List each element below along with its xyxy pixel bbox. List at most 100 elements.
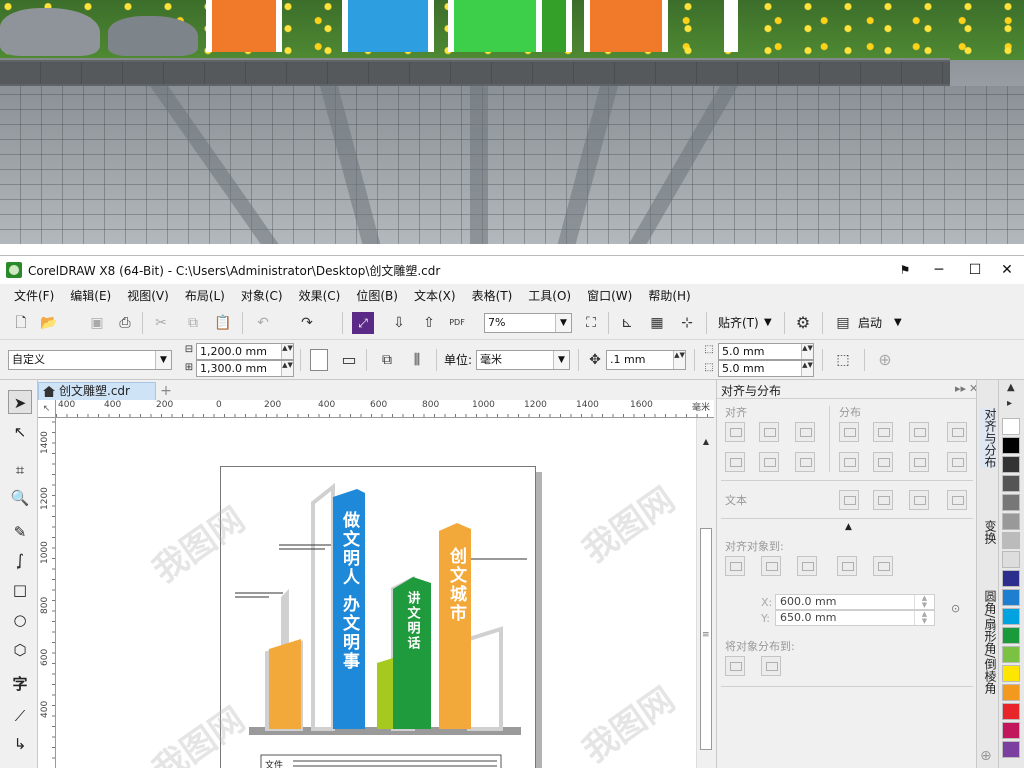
artistic-media-tool-icon[interactable]: ࣩ∫: [8, 548, 32, 572]
height-spinner-icon[interactable]: ▲▼: [281, 361, 293, 376]
align-to-page-center-icon[interactable]: [797, 556, 817, 576]
distribute-to-page-icon[interactable]: [761, 656, 781, 676]
full-screen-icon[interactable]: ⛶: [580, 312, 602, 334]
scroll-up-icon[interactable]: ▲: [700, 436, 712, 448]
color-swatch[interactable]: [1002, 418, 1020, 435]
new-document-icon[interactable]: 🗋: [10, 312, 32, 334]
align-left-icon[interactable]: [725, 422, 745, 442]
show-grid-icon[interactable]: ▦: [646, 312, 668, 334]
dup-x-spinner-icon[interactable]: ▲▼: [801, 344, 813, 359]
units-dropdown-icon[interactable]: ▼: [553, 351, 569, 369]
color-swatch[interactable]: [1002, 703, 1020, 720]
crop-tool-icon[interactable]: ⌗: [8, 458, 32, 482]
distribute-right-icon[interactable]: [947, 422, 967, 442]
align-to-point-icon[interactable]: [873, 556, 893, 576]
print-icon[interactable]: ⎙: [114, 312, 136, 334]
collapse-arrow-icon[interactable]: ▲: [845, 522, 852, 532]
palette-flyout-icon[interactable]: ▸: [1007, 398, 1012, 409]
close-button[interactable]: ✕: [992, 258, 1022, 282]
zoom-level-field[interactable]: 7% ▼: [484, 313, 572, 333]
align-bottom-icon[interactable]: [795, 452, 815, 472]
distribute-spacing-v-icon[interactable]: [909, 452, 929, 472]
menu-text[interactable]: 文本(X): [406, 287, 464, 304]
add-docker-plus-icon[interactable]: ⊕: [980, 749, 996, 763]
artwork[interactable]: 做文明人 办文明事 讲文明话 创文城市 文件: [221, 467, 537, 768]
page-height-field[interactable]: 1,300.0 mm ▲▼: [196, 360, 294, 377]
page-size-select[interactable]: 自定义 ▼: [8, 350, 172, 370]
menu-file[interactable]: 文件(F): [6, 287, 62, 304]
menu-bitmaps[interactable]: 位图(B): [348, 287, 406, 304]
distribute-left-icon[interactable]: [839, 422, 859, 442]
launch-button[interactable]: 启动: [858, 313, 882, 333]
color-swatch[interactable]: [1002, 494, 1020, 511]
distribute-bottom-icon[interactable]: [947, 452, 967, 472]
open-folder-icon[interactable]: 📂: [38, 312, 60, 334]
portrait-icon[interactable]: [310, 349, 328, 371]
ellipse-tool-icon[interactable]: ○: [8, 608, 32, 632]
y-position-field[interactable]: 650.0 mm ▲ ▼: [775, 610, 935, 626]
polygon-tool-icon[interactable]: ⬡: [8, 638, 32, 662]
menu-view[interactable]: 视图(V): [119, 287, 177, 304]
align-to-grid-icon[interactable]: [837, 556, 857, 576]
color-swatch[interactable]: [1002, 741, 1020, 758]
page-width-field[interactable]: 1,200.0 mm ▲▼: [196, 343, 294, 360]
cut-icon[interactable]: ✂: [150, 312, 172, 334]
text-baseline-first-icon[interactable]: [839, 490, 859, 510]
menu-window[interactable]: 窗口(W): [579, 287, 640, 304]
vertical-scrollbar[interactable]: ▲ ≡: [696, 418, 714, 768]
rectangle-tool-icon[interactable]: □: [8, 578, 32, 602]
import-icon[interactable]: ⇩: [388, 312, 410, 334]
color-swatch[interactable]: [1002, 684, 1020, 701]
color-swatch[interactable]: [1002, 665, 1020, 682]
sidetab-align-distribute[interactable]: 对齐与分布: [980, 408, 997, 468]
distribute-top-icon[interactable]: [839, 452, 859, 472]
distribute-to-selection-icon[interactable]: [725, 656, 745, 676]
menu-object[interactable]: 对象(C): [233, 287, 291, 304]
color-swatch[interactable]: [1002, 570, 1020, 587]
text-bbox-icon[interactable]: [909, 490, 929, 510]
units-select[interactable]: 毫米 ▼: [476, 350, 570, 370]
nudge-spinner-icon[interactable]: ▲▼: [673, 351, 685, 369]
search-content-icon[interactable]: ⤢: [352, 312, 374, 334]
sidetab-transform[interactable]: 变换: [980, 520, 997, 544]
page-size-dropdown-icon[interactable]: ▼: [155, 351, 171, 369]
duplicate-x-field[interactable]: 5.0 mm ▲▼: [718, 343, 814, 360]
docker-expand-icon[interactable]: ▸▸: [955, 382, 966, 395]
menu-tools[interactable]: 工具(O): [520, 287, 579, 304]
width-spinner-icon[interactable]: ▲▼: [281, 344, 293, 359]
text-baseline-last-icon[interactable]: [873, 490, 893, 510]
duplicate-y-field[interactable]: 5.0 mm ▲▼: [718, 360, 814, 377]
align-center-h-icon[interactable]: [759, 422, 779, 442]
menu-help[interactable]: 帮助(H): [640, 287, 698, 304]
distribute-center-v-icon[interactable]: [873, 452, 893, 472]
align-to-page-edge-icon[interactable]: [761, 556, 781, 576]
home-icon[interactable]: [43, 386, 55, 397]
color-swatch[interactable]: [1002, 551, 1020, 568]
menu-edit[interactable]: 编辑(E): [62, 287, 119, 304]
landscape-icon[interactable]: ▭: [338, 349, 360, 371]
align-right-icon[interactable]: [795, 422, 815, 442]
zoom-dropdown-icon[interactable]: ▼: [555, 314, 571, 332]
color-swatch[interactable]: [1002, 646, 1020, 663]
freehand-tool-icon[interactable]: ✎: [8, 520, 32, 544]
show-rulers-icon[interactable]: ⊾: [616, 312, 638, 334]
export-pdf-icon[interactable]: PDF: [446, 312, 468, 334]
align-center-v-icon[interactable]: [759, 452, 779, 472]
undo-icon[interactable]: ↶: [252, 312, 274, 334]
zoom-tool-icon[interactable]: 🔍: [8, 486, 32, 510]
menu-effects[interactable]: 效果(C): [291, 287, 349, 304]
distribute-spacing-h-icon[interactable]: [909, 422, 929, 442]
pick-point-icon[interactable]: ⊙: [951, 602, 960, 615]
color-swatch[interactable]: [1002, 532, 1020, 549]
redo-icon[interactable]: ↷: [296, 312, 318, 334]
sidetab-fillet[interactable]: 圆角/扇形角/倒棱角: [980, 590, 997, 694]
launch-icon[interactable]: ▤: [832, 312, 854, 334]
document-tab[interactable]: 创文雕塑.cdr: [38, 382, 156, 400]
connector-tool-icon[interactable]: ↳: [8, 732, 32, 756]
color-swatch[interactable]: [1002, 437, 1020, 454]
align-to-active-icon[interactable]: [725, 556, 745, 576]
all-pages-icon[interactable]: ⧉: [376, 349, 398, 371]
current-page-icon[interactable]: ⫼: [406, 349, 428, 371]
text-tool-icon[interactable]: 字: [8, 672, 32, 696]
color-swatch[interactable]: [1002, 475, 1020, 492]
